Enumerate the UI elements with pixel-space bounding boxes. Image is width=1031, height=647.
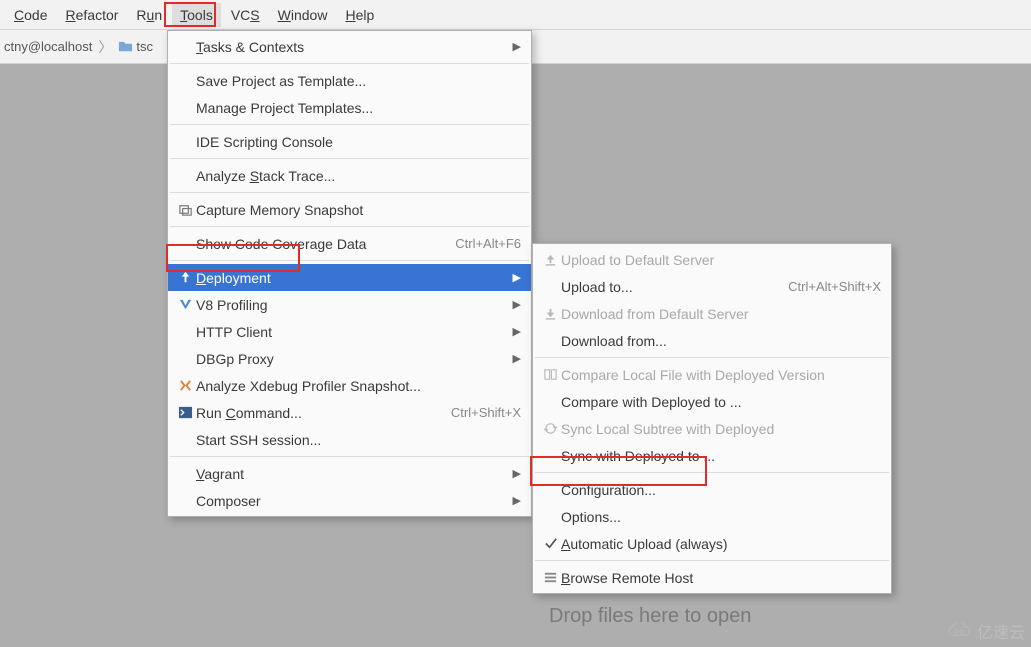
chevron-right-icon: ▶ bbox=[511, 40, 521, 53]
blank-icon bbox=[539, 278, 561, 296]
menu-run[interactable]: Run bbox=[128, 3, 170, 27]
menu-separator bbox=[170, 226, 529, 227]
chevron-right-icon: ▶ bbox=[511, 494, 521, 507]
chevron-right-icon: ▶ bbox=[511, 271, 521, 284]
menu-item-save-template[interactable]: Save Project as Template... bbox=[168, 67, 531, 94]
chevron-right-icon: ▶ bbox=[511, 467, 521, 480]
chevron-right-icon: ▶ bbox=[511, 352, 521, 365]
compare-icon bbox=[539, 366, 561, 384]
menu-item-options[interactable]: Options... bbox=[533, 503, 891, 530]
blank-icon bbox=[174, 38, 196, 56]
menu-item-configuration[interactable]: Configuration... bbox=[533, 476, 891, 503]
blank-icon bbox=[174, 492, 196, 510]
folder-icon bbox=[118, 39, 133, 54]
blank-icon bbox=[174, 133, 196, 151]
blank-icon bbox=[174, 235, 196, 253]
breadcrumb-text-1: ctny@localhost bbox=[4, 39, 92, 54]
blank-icon bbox=[539, 481, 561, 499]
menu-item-analyze-stack[interactable]: Analyze Stack Trace... bbox=[168, 162, 531, 189]
blank-icon bbox=[174, 99, 196, 117]
tools-menu-panel: Tasks & Contexts ▶ Save Project as Templ… bbox=[167, 30, 532, 517]
menu-item-manage-templates[interactable]: Manage Project Templates... bbox=[168, 94, 531, 121]
cloud-icon bbox=[945, 622, 973, 640]
v8-icon bbox=[174, 296, 196, 314]
menu-vcs[interactable]: VCS bbox=[223, 3, 268, 27]
check-icon bbox=[539, 535, 561, 553]
xdebug-icon bbox=[174, 377, 196, 395]
menu-item-run-command[interactable]: Run Command... Ctrl+Shift+X bbox=[168, 399, 531, 426]
menu-item-vagrant[interactable]: Vagrant ▶ bbox=[168, 460, 531, 487]
blank-icon bbox=[174, 350, 196, 368]
shortcut-text: Ctrl+Alt+F6 bbox=[455, 236, 521, 251]
watermark: 亿速云 bbox=[945, 619, 1025, 643]
sync-icon bbox=[539, 420, 561, 438]
bg-drop-hint: Drop files here to open bbox=[549, 605, 751, 628]
menu-item-sync-local: Sync Local Subtree with Deployed bbox=[533, 415, 891, 442]
download-icon bbox=[539, 305, 561, 323]
menu-item-compare-with[interactable]: Compare with Deployed to ... bbox=[533, 388, 891, 415]
menu-item-ssh[interactable]: Start SSH session... bbox=[168, 426, 531, 453]
chevron-right-icon: ▶ bbox=[511, 325, 521, 338]
menu-separator bbox=[170, 63, 529, 64]
menu-tools[interactable]: Tools bbox=[172, 3, 221, 27]
blank-icon bbox=[539, 393, 561, 411]
menu-separator bbox=[170, 260, 529, 261]
menu-item-tasks-contexts[interactable]: Tasks & Contexts ▶ bbox=[168, 33, 531, 60]
menu-help[interactable]: Help bbox=[337, 3, 382, 27]
deployment-submenu-panel: Upload to Default Server Upload to... Ct… bbox=[532, 243, 892, 594]
menu-separator bbox=[170, 456, 529, 457]
breadcrumb-chevron-icon: 〉 bbox=[98, 37, 112, 57]
menu-separator bbox=[535, 357, 889, 358]
menu-item-ide-scripting[interactable]: IDE Scripting Console bbox=[168, 128, 531, 155]
menu-item-download-from[interactable]: Download from... bbox=[533, 327, 891, 354]
menu-separator bbox=[535, 472, 889, 473]
menu-item-capture-snapshot[interactable]: Capture Memory Snapshot bbox=[168, 196, 531, 223]
blank-icon bbox=[539, 508, 561, 526]
watermark-text: 亿速云 bbox=[977, 619, 1025, 643]
menu-item-compare-local: Compare Local File with Deployed Version bbox=[533, 361, 891, 388]
blank-icon bbox=[539, 447, 561, 465]
menu-item-composer[interactable]: Composer ▶ bbox=[168, 487, 531, 514]
menu-bar: Code Refactor Run Tools VCS Window Help bbox=[0, 0, 1031, 30]
breadcrumb-text-2: tsc bbox=[136, 39, 153, 54]
menu-separator bbox=[170, 124, 529, 125]
menu-item-show-coverage[interactable]: Show Code Coverage Data Ctrl+Alt+F6 bbox=[168, 230, 531, 257]
blank-icon bbox=[174, 431, 196, 449]
breadcrumb-item-1[interactable]: ctny@localhost bbox=[4, 39, 92, 54]
blank-icon bbox=[539, 332, 561, 350]
menu-item-upload-default: Upload to Default Server bbox=[533, 246, 891, 273]
chevron-right-icon: ▶ bbox=[511, 298, 521, 311]
menu-item-download-default: Download from Default Server bbox=[533, 300, 891, 327]
menu-item-auto-upload[interactable]: Automatic Upload (always) bbox=[533, 530, 891, 557]
memory-icon bbox=[174, 201, 196, 219]
menu-separator bbox=[535, 560, 889, 561]
blank-icon bbox=[174, 465, 196, 483]
shortcut-text: Ctrl+Shift+X bbox=[451, 405, 521, 420]
breadcrumb-item-2[interactable]: tsc bbox=[118, 39, 153, 54]
menu-item-v8-profiling[interactable]: V8 Profiling ▶ bbox=[168, 291, 531, 318]
blank-icon bbox=[174, 167, 196, 185]
blank-icon bbox=[174, 323, 196, 341]
menu-window[interactable]: Window bbox=[270, 3, 336, 27]
menu-item-deployment[interactable]: Deployment ▶ bbox=[168, 264, 531, 291]
shortcut-text: Ctrl+Alt+Shift+X bbox=[788, 279, 881, 294]
terminal-icon bbox=[174, 404, 196, 422]
menu-item-browse-remote[interactable]: Browse Remote Host bbox=[533, 564, 891, 591]
menu-item-http-client[interactable]: HTTP Client ▶ bbox=[168, 318, 531, 345]
menu-item-analyze-xdebug[interactable]: Analyze Xdebug Profiler Snapshot... bbox=[168, 372, 531, 399]
deployment-icon bbox=[174, 269, 196, 287]
blank-icon bbox=[174, 72, 196, 90]
menu-item-sync-with[interactable]: Sync with Deployed to ... bbox=[533, 442, 891, 469]
menu-separator bbox=[170, 192, 529, 193]
upload-icon bbox=[539, 251, 561, 269]
menu-item-upload-to[interactable]: Upload to... Ctrl+Alt+Shift+X bbox=[533, 273, 891, 300]
list-icon bbox=[539, 569, 561, 587]
menu-item-dbgp-proxy[interactable]: DBGp Proxy ▶ bbox=[168, 345, 531, 372]
menu-separator bbox=[170, 158, 529, 159]
menu-refactor[interactable]: Refactor bbox=[57, 3, 126, 27]
menu-code[interactable]: Code bbox=[6, 3, 55, 27]
